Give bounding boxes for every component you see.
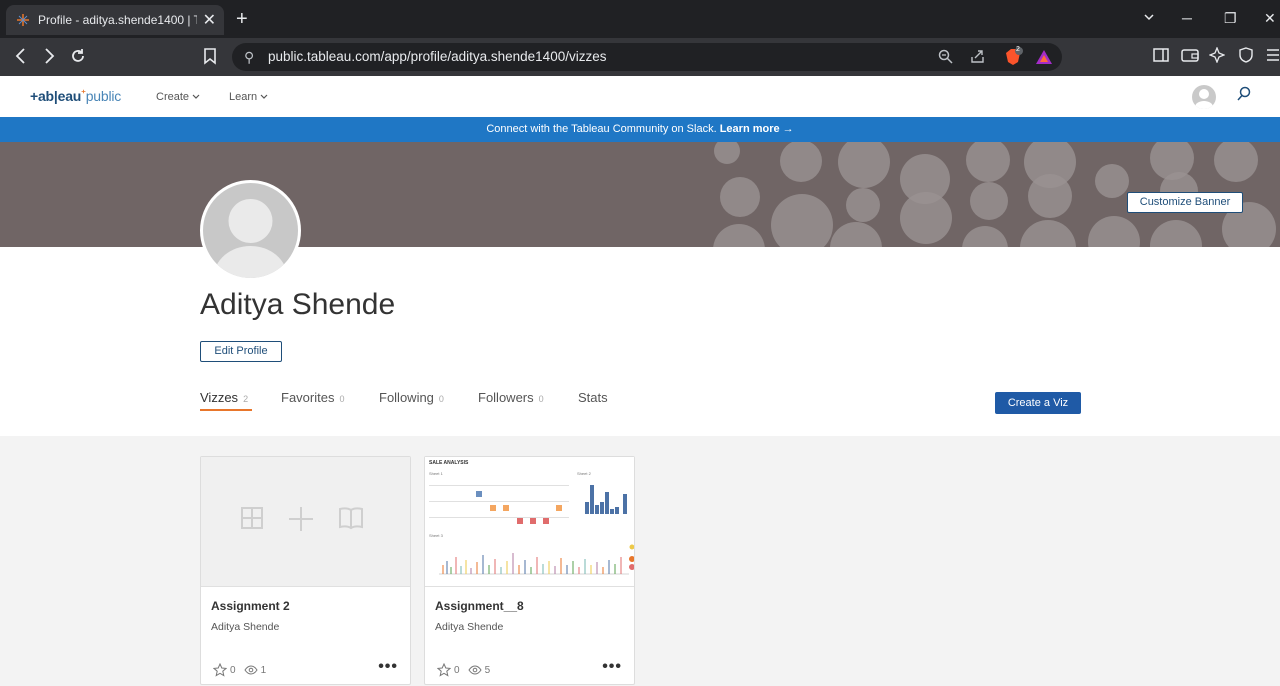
search-icon[interactable] [1236, 86, 1252, 107]
tab-favorites[interactable]: Favorites 0 [281, 390, 344, 405]
tab-followers[interactable]: Followers 0 [478, 390, 544, 405]
viz-card[interactable]: Assignment 2 Aditya Shende 0 1 ••• [200, 456, 411, 685]
tab-vizzes[interactable]: Vizzes 2 [200, 390, 248, 405]
tab-title: Profile - aditya.shende1400 | Table [38, 13, 197, 27]
slack-text: Connect with the Tableau Community on Sl… [486, 123, 717, 135]
back-icon[interactable] [14, 47, 28, 68]
eye-icon [467, 665, 482, 675]
tab-label: Following [379, 390, 434, 405]
edit-profile-button[interactable]: Edit Profile [200, 341, 282, 362]
site-header: +ab|eau⁺public Create Learn [0, 76, 1280, 117]
forward-icon[interactable] [42, 47, 56, 68]
vpn-shield-icon[interactable] [1238, 47, 1254, 66]
menu-icon[interactable] [1266, 47, 1280, 66]
tab-label: Followers [478, 390, 534, 405]
chevron-down-icon [260, 94, 268, 99]
slack-announcement-bar: Connect with the Tableau Community on Sl… [0, 117, 1280, 142]
share-icon[interactable] [970, 49, 985, 67]
grid-icon [241, 507, 263, 529]
viz-thumbnail-placeholder[interactable] [201, 457, 410, 587]
views-count: 1 [260, 664, 267, 676]
tab-list-chevron-icon[interactable] [1143, 10, 1155, 26]
viz-card[interactable]: SALE ANALYSIS Sheet 1 Sheet 2 Sheet 3 As… [424, 456, 635, 685]
learn-menu-label: Learn [229, 91, 258, 103]
thumbnail-preview-image [429, 485, 634, 575]
tableau-favicon-icon [16, 13, 30, 27]
viz-thumbnail[interactable]: SALE ANALYSIS Sheet 1 Sheet 2 Sheet 3 [425, 457, 634, 587]
learn-more-link[interactable]: Learn more → [720, 123, 794, 135]
tab-label: Vizzes [200, 390, 239, 405]
more-options-icon[interactable]: ••• [378, 658, 398, 676]
user-avatar-icon[interactable] [1192, 85, 1216, 109]
active-tab-underline [200, 409, 252, 411]
more-options-icon[interactable]: ••• [602, 658, 622, 676]
tab-close-icon[interactable]: ✕ [203, 10, 216, 30]
restore-icon[interactable]: ❐ [1224, 10, 1237, 27]
create-menu[interactable]: Create [156, 91, 200, 103]
viz-title[interactable]: Assignment 2 [211, 599, 290, 613]
brave-shields-icon[interactable] [1003, 47, 1023, 70]
customize-banner-button[interactable]: Customize Banner [1127, 192, 1243, 213]
tab-count: 0 [438, 394, 444, 404]
tab-count: 2 [243, 394, 249, 404]
bookmark-icon[interactable] [203, 47, 217, 68]
brave-rewards-icon[interactable] [1035, 48, 1053, 69]
site-info-icon[interactable]: ⚲ [244, 49, 254, 66]
tab-label: Favorites [281, 390, 335, 405]
favorites-count: 0 [230, 664, 236, 676]
sidebar-icon[interactable] [1153, 47, 1169, 66]
profile-name: Aditya Shende [200, 288, 396, 321]
viz-title[interactable]: Assignment__8 [435, 599, 524, 613]
tab-count: 0 [538, 394, 544, 404]
chevron-down-icon [192, 94, 200, 99]
viz-stats: 0 5 [437, 663, 490, 677]
browser-tab-bar: Profile - aditya.shende1400 | Table ✕ + … [0, 0, 1280, 38]
brave-badge: 2 [1016, 46, 1020, 53]
address-bar[interactable]: ⚲ public.tableau.com/app/profile/aditya.… [232, 43, 1062, 71]
minimize-icon[interactable]: ─ [1182, 10, 1192, 26]
tab-stats[interactable]: Stats [578, 390, 608, 405]
create-menu-label: Create [156, 91, 190, 103]
profile-avatar-icon [200, 180, 301, 281]
wallet-icon[interactable] [1181, 47, 1199, 66]
browser-tab[interactable]: Profile - aditya.shende1400 | Table ✕ [6, 5, 224, 35]
browser-nav-bar: ⚲ public.tableau.com/app/profile/aditya.… [0, 38, 1280, 76]
logo-public-text: public [85, 88, 122, 104]
eye-icon [243, 665, 258, 675]
book-icon [339, 507, 363, 530]
new-tab-icon[interactable]: + [236, 8, 248, 31]
leo-ai-icon[interactable] [1208, 46, 1226, 66]
viz-author[interactable]: Aditya Shende [211, 621, 279, 633]
plus-icon [289, 507, 313, 531]
profile-section [0, 247, 1280, 436]
tab-label: Stats [578, 390, 608, 405]
viz-author[interactable]: Aditya Shende [435, 621, 503, 633]
zoom-icon[interactable] [938, 49, 953, 67]
learn-menu[interactable]: Learn [229, 91, 268, 103]
profile-banner [0, 142, 1280, 247]
star-icon[interactable] [213, 663, 227, 677]
favorites-count: 0 [454, 664, 460, 676]
tableau-public-logo[interactable]: +ab|eau⁺public [30, 88, 121, 104]
tab-following[interactable]: Following 0 [379, 390, 444, 405]
close-window-icon[interactable]: ✕ [1264, 10, 1276, 27]
reload-icon[interactable] [69, 47, 87, 68]
views-count: 5 [484, 664, 491, 676]
url-text: public.tableau.com/app/profile/aditya.sh… [268, 49, 607, 64]
create-viz-button[interactable]: Create a Viz [995, 392, 1081, 414]
viz-stats: 0 1 [213, 663, 266, 677]
logo-main-text: +ab|eau [30, 88, 82, 104]
tab-count: 0 [339, 394, 345, 404]
star-icon[interactable] [437, 663, 451, 677]
